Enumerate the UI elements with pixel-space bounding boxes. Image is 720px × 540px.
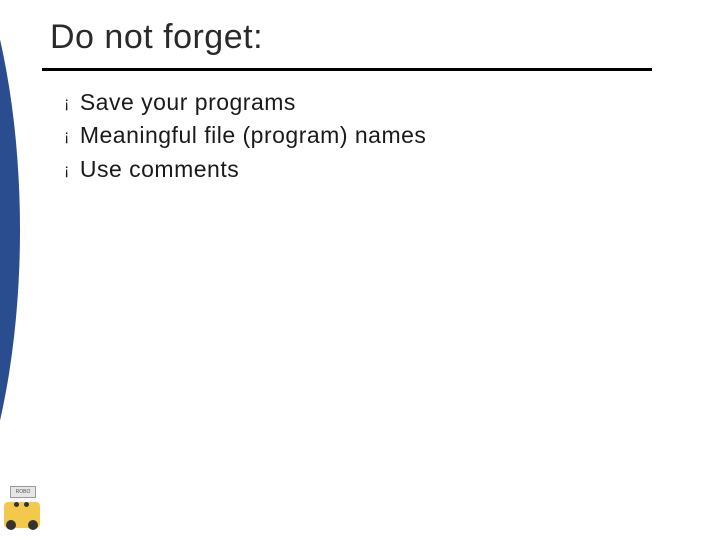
logo-label: ROBO	[10, 486, 36, 498]
bullet-text: Save your programs	[80, 86, 296, 119]
slide-title: Do not forget:	[50, 18, 263, 57]
list-item: ¡ Meaningful file (program) names	[64, 119, 426, 152]
robot-logo-icon: ROBO	[0, 480, 46, 530]
bullet-text: Use comments	[80, 153, 239, 186]
logo-wheel	[28, 520, 38, 530]
bullet-list: ¡ Save your programs ¡ Meaningful file (…	[64, 86, 426, 186]
logo-eye	[24, 502, 29, 507]
logo-wheel	[6, 520, 16, 530]
bullet-marker-icon: ¡	[64, 159, 70, 182]
curve-blue	[0, 0, 20, 540]
list-item: ¡ Save your programs	[64, 86, 426, 119]
title-underline	[42, 68, 652, 71]
bullet-marker-icon: ¡	[64, 92, 70, 115]
bullet-marker-icon: ¡	[64, 125, 70, 148]
list-item: ¡ Use comments	[64, 153, 426, 186]
bullet-text: Meaningful file (program) names	[80, 119, 427, 152]
slide-left-curve-decoration	[0, 0, 60, 540]
logo-eye	[14, 502, 19, 507]
